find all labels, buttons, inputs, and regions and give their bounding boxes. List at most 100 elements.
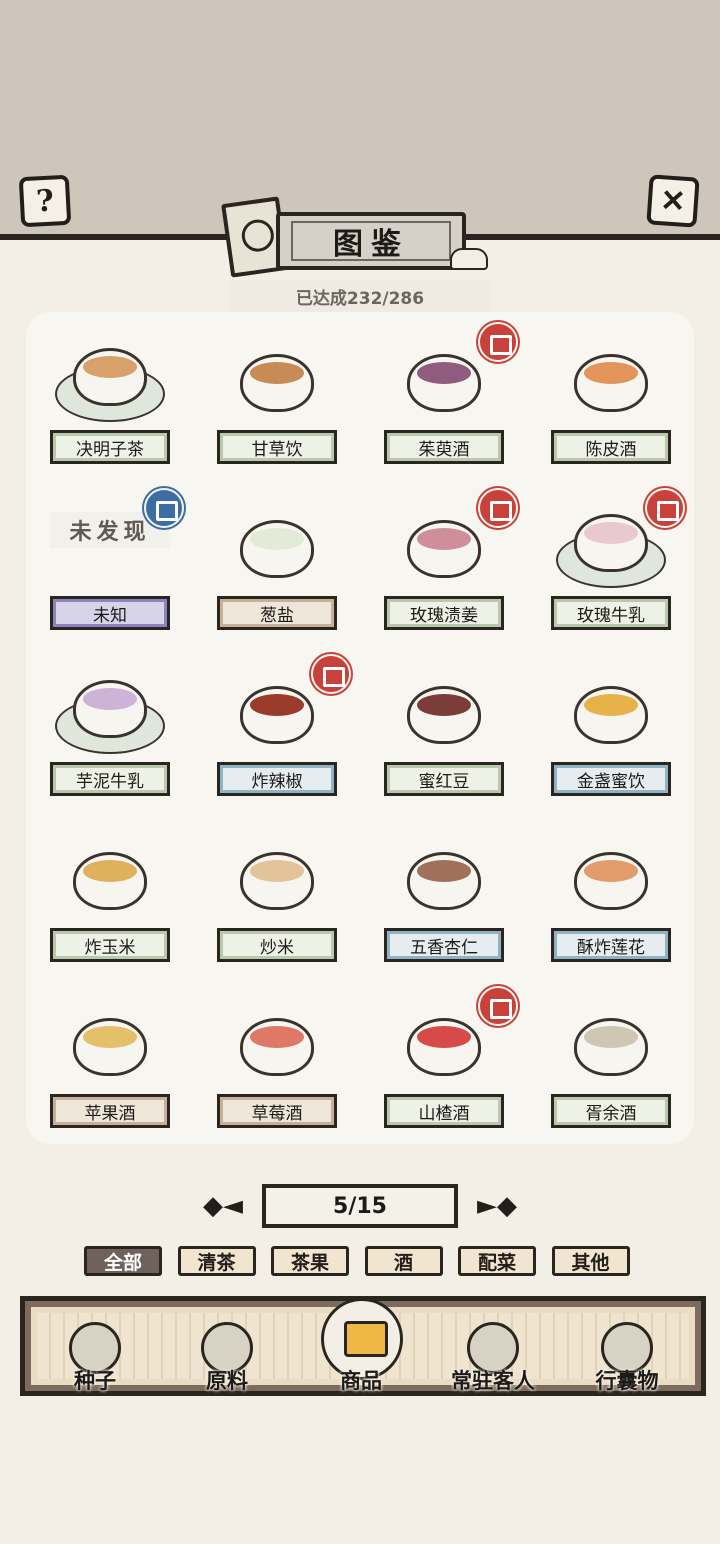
collection-item[interactable]: 陈皮酒 (527, 312, 694, 478)
item-name-label: 炸玉米 (50, 928, 170, 962)
item-name-label: 未知 (50, 596, 170, 630)
dish-image (222, 330, 332, 430)
dish-image (556, 330, 666, 430)
bottom-nav-item[interactable]: 常驻客人 (438, 1316, 548, 1396)
collection-item[interactable]: 炒米 (193, 810, 360, 976)
new-stamp-icon (311, 654, 351, 694)
collection-panel: 决明子茶 甘草饮 茱萸酒 陈皮酒未发现 未知 葱盐 玫瑰渍姜 玫瑰牛乳芋泥牛乳 炸辣椒 蜜红豆 金盏… (26, 312, 694, 1144)
item-name-label: 玫瑰牛乳 (551, 596, 671, 630)
dish-contents (82, 1026, 137, 1048)
item-name-label: 玫瑰渍姜 (384, 596, 504, 630)
collection-item[interactable]: 苹果酒 (26, 976, 193, 1142)
collection-item[interactable]: 胥余酒 (527, 976, 694, 1142)
collection-item[interactable]: 炸辣椒 (193, 644, 360, 810)
dish-contents (416, 860, 471, 882)
bottom-nav-item[interactable]: 种子 (40, 1316, 150, 1396)
dish-image (54, 330, 165, 430)
collection-item[interactable]: 甘草饮 (193, 312, 360, 478)
close-x-icon: ✕ (659, 182, 687, 220)
item-name-label: 甘草饮 (217, 430, 337, 464)
next-page-button[interactable]: ►◆ (462, 1188, 532, 1224)
dish-image (222, 828, 332, 928)
collection-item[interactable]: 葱盐 (193, 478, 360, 644)
item-name-label: 山楂酒 (384, 1094, 504, 1128)
collection-item[interactable]: 玫瑰牛乳 (527, 478, 694, 644)
help-button[interactable]: ? (18, 174, 72, 228)
item-name-label: 苹果酒 (50, 1094, 170, 1128)
collection-item[interactable]: 芋泥牛乳 (26, 644, 193, 810)
item-name-label: 葱盐 (217, 596, 337, 630)
category-tab[interactable]: 清茶 (177, 1246, 256, 1276)
category-tab[interactable]: 茶果 (271, 1246, 349, 1276)
collection-item[interactable]: 炸玉米 (26, 810, 193, 976)
item-name-label: 草莓酒 (217, 1094, 337, 1128)
collection-item[interactable]: 未发现 未知 (26, 478, 193, 644)
dish-image (556, 994, 666, 1094)
category-tab[interactable]: 其他 (551, 1246, 630, 1276)
dish-contents (249, 362, 304, 384)
close-button[interactable]: ✕ (646, 174, 700, 228)
collection-item[interactable]: 五香杏仁 (360, 810, 527, 976)
collection-item[interactable]: 决明子茶 (26, 312, 193, 478)
dish-contents (249, 528, 304, 550)
dish-image (54, 662, 165, 762)
item-name-label: 芋泥牛乳 (50, 762, 170, 796)
dish-contents (416, 1026, 471, 1048)
new-stamp-icon (478, 488, 518, 528)
dish-contents (249, 1026, 304, 1048)
dish-contents (82, 688, 137, 710)
category-tabs: 全部 清茶 茶果酒配菜 其他 (84, 1246, 644, 1278)
dish-contents (249, 694, 304, 716)
dish-image (222, 496, 332, 596)
category-tab[interactable]: 配菜 (458, 1246, 536, 1276)
category-tab[interactable]: 酒 (364, 1246, 443, 1276)
collection-item[interactable]: 草莓酒 (193, 976, 360, 1142)
bottom-nav-label: 常驻客人 (451, 1369, 535, 1393)
dish-image (389, 662, 499, 762)
bottom-nav-item[interactable]: 行囊物 (572, 1316, 682, 1396)
dish-image (55, 994, 165, 1094)
collection-item[interactable]: 蜜红豆 (360, 644, 527, 810)
dish-contents (416, 362, 471, 384)
collection-item[interactable]: 玫瑰渍姜 (360, 478, 527, 644)
dish-contents (583, 860, 638, 882)
item-name-label: 炸辣椒 (217, 762, 337, 796)
collection-item[interactable]: 茱萸酒 (360, 312, 527, 478)
page-title: 图鉴 (291, 221, 451, 262)
dish-contents (82, 860, 137, 882)
ornate-arrow-right-icon: ►◆ (477, 1191, 517, 1221)
dish-image (556, 828, 666, 928)
item-name-label: 金盏蜜饮 (551, 762, 671, 796)
bottom-nav-label: 商品 (340, 1369, 382, 1393)
dish-image (55, 828, 165, 928)
item-name-label: 五香杏仁 (384, 928, 504, 962)
dish-contents (416, 694, 471, 716)
collection-item[interactable]: 金盏蜜饮 (527, 644, 694, 810)
dish-contents (583, 1026, 638, 1048)
bottom-nav-label: 种子 (74, 1369, 116, 1393)
bottom-nav-label: 行囊物 (595, 1369, 659, 1393)
item-name-label: 炒米 (217, 928, 337, 962)
item-name-label: 茱萸酒 (384, 430, 504, 464)
prev-page-button[interactable]: ◆◄ (188, 1188, 258, 1224)
bottom-nav-item[interactable]: 原料 (172, 1316, 282, 1396)
dish-contents (583, 522, 638, 544)
item-name-label: 决明子茶 (50, 430, 170, 464)
ornate-arrow-left-icon: ◆◄ (203, 1191, 243, 1221)
bottom-nav-item[interactable]: 商品 (306, 1298, 416, 1396)
dish-contents (416, 528, 471, 550)
collection-item[interactable]: 山楂酒 (360, 976, 527, 1142)
new-stamp-icon (144, 488, 184, 528)
collection-item[interactable]: 酥炸莲花 (527, 810, 694, 976)
cloud-ornament-icon (450, 248, 488, 270)
new-stamp-icon (478, 322, 518, 362)
page-indicator: 5/15 (262, 1184, 458, 1228)
item-name-label: 蜜红豆 (384, 762, 504, 796)
new-stamp-icon (645, 488, 685, 528)
item-name-label: 陈皮酒 (551, 430, 671, 464)
bottom-nav-label: 原料 (206, 1369, 248, 1393)
dish-image (222, 994, 332, 1094)
dish-contents (249, 860, 304, 882)
collection-progress: 已达成232/286 (230, 280, 490, 312)
category-tab[interactable]: 全部 (84, 1246, 162, 1276)
